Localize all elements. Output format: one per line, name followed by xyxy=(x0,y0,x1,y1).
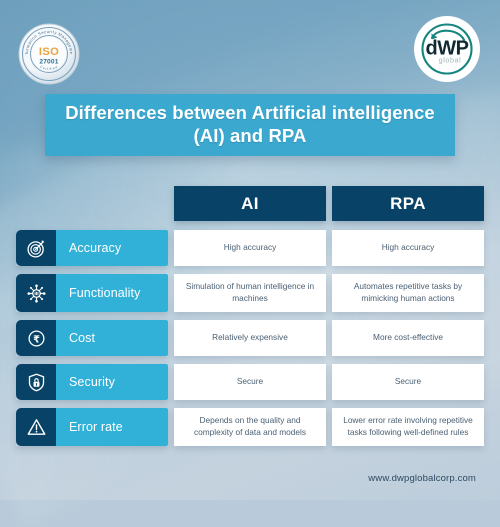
warning-triangle-icon xyxy=(16,408,56,446)
dwp-global-logo: dWP global xyxy=(412,14,482,84)
dwp-logo-tagline: global xyxy=(439,56,462,65)
cell-value: Depends on the quality and complexity of… xyxy=(193,415,307,437)
row-label-security: Security xyxy=(16,364,168,400)
row-label-text: Security xyxy=(69,375,115,389)
cell-rpa-cost: More cost-effective xyxy=(332,320,484,356)
row-label-error-rate: Error rate xyxy=(16,408,168,446)
cell-ai-security: Secure xyxy=(174,364,326,400)
network-hub-icon xyxy=(16,274,56,312)
row-label-bar: Cost xyxy=(56,320,168,356)
cell-value: High accuracy xyxy=(381,242,435,253)
iso-number-label: 27001 xyxy=(39,59,58,66)
cell-value: Relatively expensive xyxy=(212,332,288,343)
footer-website-url[interactable]: www.dwpglobalcorp.com xyxy=(368,473,476,484)
svg-text:₹: ₹ xyxy=(33,334,40,345)
table-row: ₹ Cost Relatively expensive More cost-ef… xyxy=(16,320,484,356)
column-header-ai: AI xyxy=(174,186,326,221)
cell-rpa-error-rate: Lower error rate involving repetitive ta… xyxy=(332,408,484,446)
column-header-rpa-label: RPA xyxy=(390,193,426,213)
table-row: Functionality Simulation of human intell… xyxy=(16,274,484,312)
cell-value: Lower error rate involving repetitive ta… xyxy=(343,415,473,437)
comparison-table: AI RPA Accuracy High accuracy High accur… xyxy=(16,186,484,454)
cell-rpa-functionality: Automates repetitive tasks by mimicking … xyxy=(332,274,484,312)
column-header-ai-label: AI xyxy=(241,193,259,213)
row-label-text: Accuracy xyxy=(69,241,122,255)
row-label-bar: Accuracy xyxy=(56,230,168,266)
cell-ai-accuracy: High accuracy xyxy=(174,230,326,266)
header-label-spacer xyxy=(16,186,168,221)
row-label-bar: Error rate xyxy=(56,408,168,446)
cell-value: Automates repetitive tasks by mimicking … xyxy=(353,281,463,303)
row-label-bar: Functionality xyxy=(56,274,168,312)
cell-value: Simulation of human intelligence in mach… xyxy=(185,281,315,303)
lock-shield-icon xyxy=(16,364,56,400)
rupee-coin-icon: ₹ xyxy=(16,320,56,356)
cell-value: High accuracy xyxy=(223,242,277,253)
row-label-functionality: Functionality xyxy=(16,274,168,312)
cell-ai-functionality: Simulation of human intelligence in mach… xyxy=(174,274,326,312)
page-title: Differences between Artificial intellige… xyxy=(65,102,435,146)
row-label-accuracy: Accuracy xyxy=(16,230,168,266)
column-header-rpa: RPA xyxy=(332,186,484,221)
cell-value: More cost-effective xyxy=(373,332,443,343)
table-row: Accuracy High accuracy High accuracy xyxy=(16,230,484,266)
cell-ai-error-rate: Depends on the quality and complexity of… xyxy=(174,408,326,446)
cell-value: Secure xyxy=(236,376,264,387)
table-row: Security Secure Secure xyxy=(16,364,484,400)
cell-ai-cost: Relatively expensive xyxy=(174,320,326,356)
row-label-text: Cost xyxy=(69,331,96,345)
target-icon xyxy=(16,230,56,266)
title-banner: Differences between Artificial intellige… xyxy=(45,94,455,156)
table-header-row: AI RPA xyxy=(16,186,484,221)
row-label-cost: ₹ Cost xyxy=(16,320,168,356)
row-label-bar: Security xyxy=(56,364,168,400)
cell-rpa-accuracy: High accuracy xyxy=(332,230,484,266)
table-row: Error rate Depends on the quality and co… xyxy=(16,408,484,446)
row-label-text: Functionality xyxy=(69,286,141,300)
cell-rpa-security: Secure xyxy=(332,364,484,400)
row-label-text: Error rate xyxy=(69,420,123,434)
iso-standard-label: ISO xyxy=(39,46,59,58)
iso-certification-badge: Information Security Management Certifie… xyxy=(16,18,81,86)
cell-value: Secure xyxy=(394,376,422,387)
